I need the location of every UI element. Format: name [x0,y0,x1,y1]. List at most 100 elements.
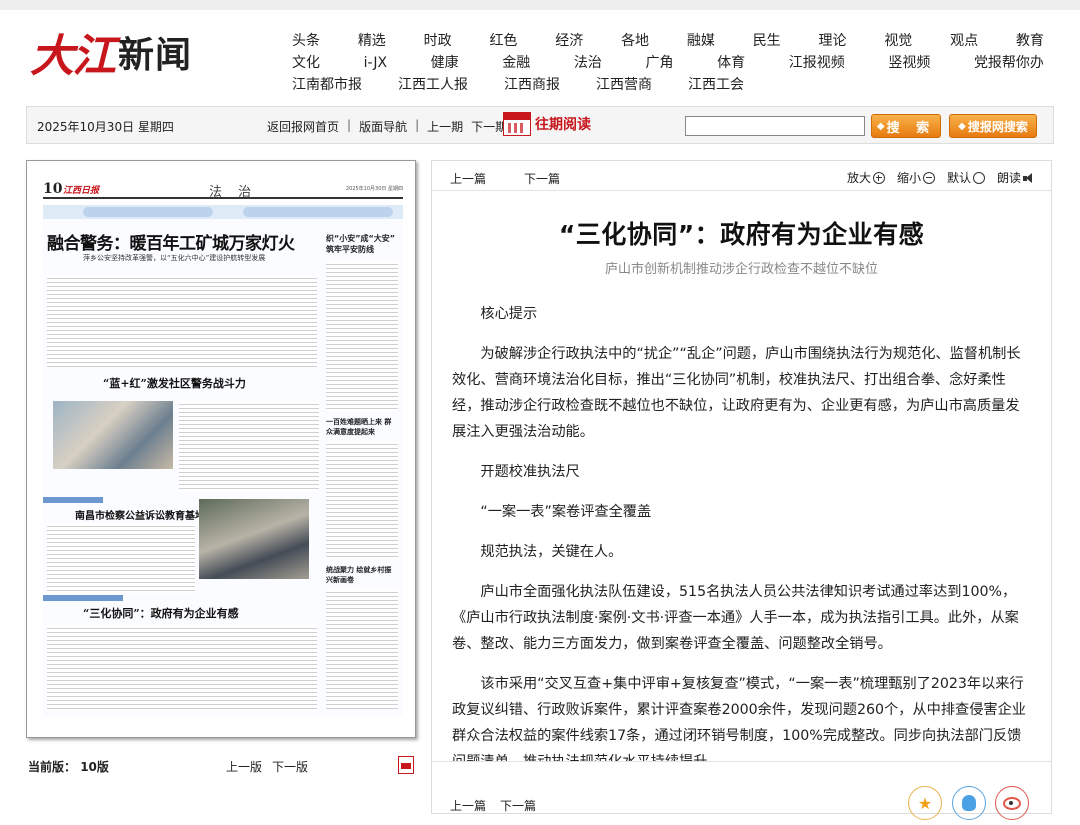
page: 大江 新闻 头条 精选 时政 红色 经济 各地 融媒 民生 理论 视觉 观点 教… [0,10,1080,825]
newspaper-section: 法 治 [209,185,258,200]
newspaper-header: 10 江西日报 法 治 2025年10月30日 星期四 [43,181,403,200]
nav-item[interactable]: 理论 [819,30,847,52]
nav-item[interactable]: 江西工会 [688,74,744,96]
default-size-icon [972,171,985,184]
search-button-label: 搜 索 [886,120,936,136]
nav-item[interactable]: 体育 [717,52,745,74]
newspaper-article-headline[interactable]: 一百姓难题晒上来 群众满意度提起来 [326,417,396,437]
newspaper-article-headline[interactable]: 融合警务：暖百年工矿城万家灯火 [47,229,295,254]
layout-nav-link[interactable]: 版面导航 [359,118,407,135]
nav-item[interactable]: 竖视频 [888,52,930,74]
search-arrow-icon: ◆ [958,120,966,132]
nav-item[interactable]: 文化 [292,52,320,74]
newspaper-page-image[interactable]: 10 江西日报 法 治 2025年10月30日 星期四 融合警务：暖百年工矿城万… [26,160,416,738]
past-issues-button[interactable]: 往期阅读 [503,112,591,136]
article-paragraph: 规范执法，关键在人。 [480,544,623,560]
newspaper-date: 2025年10月30日 星期四 [345,186,403,192]
favorite-star-icon[interactable]: ★ [908,786,942,820]
zoom-in-icon [872,171,885,184]
article-title: “三化协同”：政府有为企业有感 [558,220,925,249]
qq-shape [962,795,976,811]
article-paragraph: 庐山市全面强化执法队伍建设，515名执法人员公共法律知识考试通过率达到100%，… [452,584,1019,652]
newspaper-article-headline[interactable]: “蓝+红”激发社区警务战斗力 [103,375,246,391]
nav-row-2: 文化 i-JX 健康 金融 法治 广角 体育 江报视频 竖视频 党报帮你办 [292,52,1044,74]
newspaper-page-number: 10 [43,181,63,197]
nav-row-1: 头条 精选 时政 红色 经济 各地 融媒 民生 理论 视觉 观点 教育 [292,30,1044,52]
nav-item[interactable]: 观点 [950,30,978,52]
nav-item[interactable]: 经济 [555,30,583,52]
default-size-button[interactable]: 默认 [947,169,985,186]
newspaper-article-headline[interactable]: “三化协同”：政府有为企业有感 [83,605,239,621]
nav-item[interactable]: 头条 [292,30,320,52]
top-nav: 头条 精选 时政 红色 经济 各地 融媒 民生 理论 视觉 观点 教育 文化 i… [292,30,1044,96]
article-footer: 上一篇 下一篇 ★ [432,761,1051,820]
nav-item[interactable]: 各地 [621,30,649,52]
next-issue-link[interactable]: 下一期 [471,118,507,135]
prev-issue-link[interactable]: 上一期 [427,118,463,135]
newspaper-photo [53,401,173,469]
text-columns [47,625,317,711]
article-paragraph: 开题校准执法尺 [480,464,580,480]
nav-row-3: 江南都市报 江西工人报 江西商报 江西营商 江西工会 [292,74,1044,96]
site-search-button-label: 搜报网搜索 [967,119,1028,134]
section-bar [43,595,123,601]
read-aloud-button[interactable]: 朗读 [997,169,1035,186]
nav-item[interactable]: 融媒 [687,30,715,52]
pdf-icon[interactable] [398,756,414,774]
nav-item[interactable]: 广角 [646,52,674,74]
text-columns [326,261,398,411]
next-page-link[interactable]: 下一版 [272,758,308,775]
article-paragraph: 该市采用“交叉互查+集中评审+复核复查”模式，“一案一表”梳理甄别了2023年以… [452,676,1026,761]
newspaper-brand: 江西日报 [63,186,100,196]
separator: | [415,118,420,132]
nav-item[interactable]: 江西商报 [504,74,560,96]
nav-item[interactable]: 法治 [574,52,602,74]
search-input[interactable] [685,116,865,136]
zoom-out-button[interactable]: 缩小 [897,169,935,186]
article-subtitle: 庐山市创新机制推动涉企行政检查不越位不缺位 [604,262,878,277]
newspaper-article-headline[interactable]: 统战聚力 绘就乡村振兴新画卷 [326,565,396,585]
nav-item[interactable]: 精选 [358,30,386,52]
newspaper-top-band [43,205,403,219]
next-article-link[interactable]: 下一篇 [500,797,536,814]
home-link[interactable]: 返回报网首页 [267,118,339,135]
page-pager: 当前版： 10版 上一版 下一版 [26,756,416,776]
site-search-button[interactable]: ◆ 搜报网搜索 [949,114,1037,138]
article-toolbar: 上一篇 下一篇 放大 缩小 默认 朗读 [432,161,1051,191]
text-columns [47,523,195,593]
nav-item[interactable]: 民生 [753,30,781,52]
nav-item[interactable]: 党报帮你办 [974,52,1044,74]
zoom-in-button[interactable]: 放大 [847,169,885,186]
logo-black-text: 新闻 [118,34,193,76]
calendar-icon [503,112,531,136]
nav-item[interactable]: 红色 [489,30,517,52]
toolbar-links: 返回报网首页 | 版面导航 | 上一期 下一期 [267,118,507,135]
next-article-link[interactable]: 下一篇 [524,170,560,187]
search-button[interactable]: ◆ 搜 索 [871,114,941,138]
issue-toolbar: 2025年10月30日 星期四 返回报网首页 | 版面导航 | 上一期 下一期 … [26,106,1054,144]
newspaper-article-subhead: 萍乡公安坚持改革强警，以“五化六中心”建设护航转型发展 [83,254,266,262]
nav-item[interactable]: 江西营商 [596,74,652,96]
nav-item[interactable]: 视觉 [884,30,912,52]
zoom-out-icon [922,171,935,184]
weibo-icon[interactable] [995,786,1029,820]
nav-item[interactable]: 江南都市报 [292,74,362,96]
article-body: 核心提示 为破解涉企行政执法中的“扰企”“乱企”问题，庐山市围绕执法行为规范化、… [452,301,1032,761]
nav-item[interactable]: 江报视频 [789,52,845,74]
prev-page-link[interactable]: 上一版 [226,758,262,775]
nav-item[interactable]: i-JX [364,52,387,74]
prev-article-link[interactable]: 上一篇 [450,797,486,814]
newspaper-article-headline[interactable]: 织“小安”成“大安” 筑牢平安防线 [326,233,396,255]
site-logo[interactable]: 大江 新闻 [30,26,193,82]
nav-item[interactable]: 健康 [431,52,459,74]
newspaper-photo [199,499,309,579]
nav-item[interactable]: 金融 [502,52,530,74]
nav-item[interactable]: 时政 [424,30,452,52]
prev-article-link[interactable]: 上一篇 [450,170,486,187]
nav-item[interactable]: 教育 [1016,30,1044,52]
qq-icon[interactable] [952,786,986,820]
nav-item[interactable]: 江西工人报 [398,74,468,96]
logo-red-text: 大江 [30,31,116,82]
section-bar [43,497,103,503]
article-panel: 上一篇 下一篇 放大 缩小 默认 朗读 “三化协同”：政府有为企业有感 庐山市创… [431,160,1052,820]
